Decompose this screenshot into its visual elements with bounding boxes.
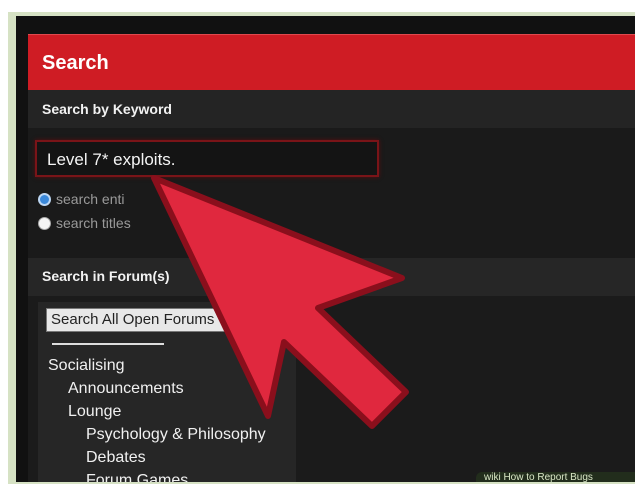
monitor-screen: Search Search by Keyword Level 7* exploi… xyxy=(16,16,635,482)
wikihow-watermark: wiki How to Report Bugs xyxy=(476,472,635,482)
watermark-text: wiki How to Report Bugs xyxy=(484,472,593,482)
red-arrow-shape xyxy=(151,175,409,429)
photo-frame: Search Search by Keyword Level 7* exploi… xyxy=(8,12,635,484)
pointer-arrow-overlay xyxy=(151,175,409,429)
